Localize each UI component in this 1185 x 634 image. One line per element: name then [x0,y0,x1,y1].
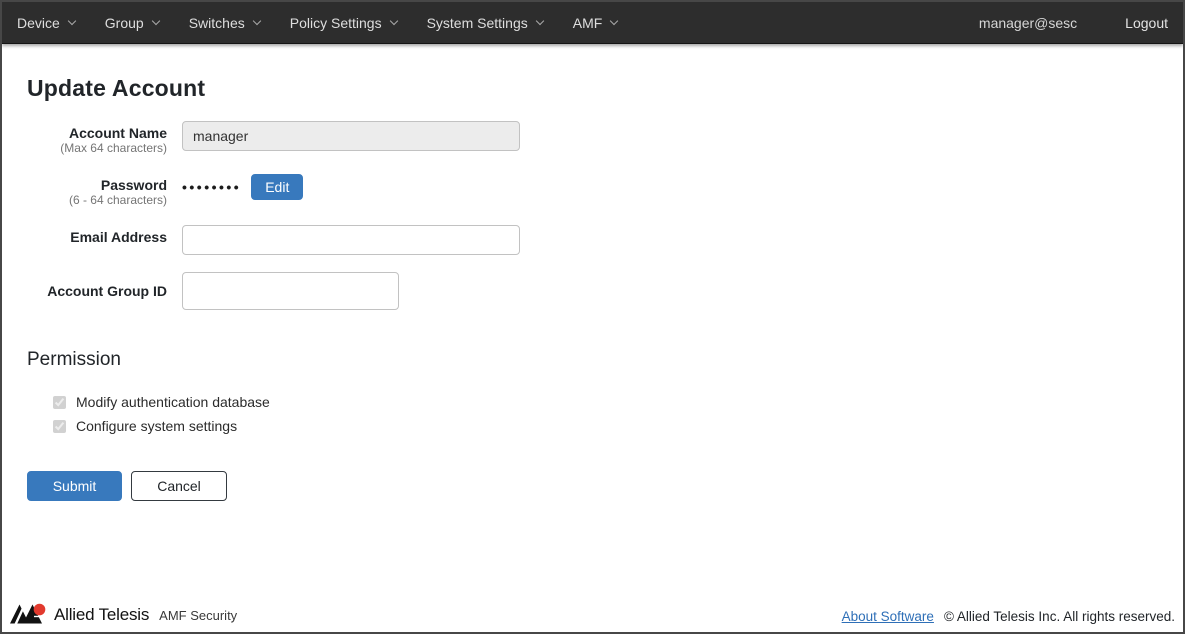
nav-item-label: Group [105,15,144,31]
main-content: Update Account Account Name (Max 64 char… [2,44,1183,602]
nav-item-label: System Settings [427,15,528,31]
modify-auth-db-checkbox [53,396,66,409]
account-group-id-label-col: Account Group ID [27,272,167,310]
nav-item-label: Device [17,15,60,31]
chevron-down-icon [535,17,543,25]
email-input[interactable] [182,225,520,255]
configure-system-settings-checkbox [53,420,66,433]
account-group-id-input[interactable] [182,272,399,310]
submit-button[interactable]: Submit [27,471,122,501]
account-group-id-label: Account Group ID [27,283,167,299]
account-name-hint: (Max 64 characters) [27,141,167,156]
password-row: Password (6 - 64 characters) •••••••• Ed… [27,173,1158,208]
chevron-down-icon [389,17,397,25]
chevron-down-icon [253,17,261,25]
account-group-id-row: Account Group ID [27,272,1158,310]
account-name-row: Account Name (Max 64 characters) [27,121,1158,156]
logout-button[interactable]: Logout [1125,15,1168,31]
brand-name: Allied Telesis [54,605,149,625]
nav-menu: Device Group Switches Policy Settings Sy… [17,15,647,31]
account-name-label: Account Name [27,125,167,141]
nav-right: manager@sesc Logout [979,15,1168,31]
nav-item-label: Switches [189,15,245,31]
footer-right: About Software © Allied Telesis Inc. All… [842,608,1175,625]
page-title: Update Account [27,75,1158,102]
nav-item-amf[interactable]: AMF [573,15,618,31]
cancel-button[interactable]: Cancel [131,471,227,501]
nav-item-system-settings[interactable]: System Settings [427,15,543,31]
chevron-down-icon [151,17,159,25]
account-name-input [182,121,520,151]
email-label: Email Address [27,229,167,245]
nav-item-switches[interactable]: Switches [189,15,260,31]
password-edit-button[interactable]: Edit [251,174,303,200]
permission-item-modify-auth-db: Modify authentication database [53,394,1158,410]
password-label-col: Password (6 - 64 characters) [27,173,167,208]
product-name: AMF Security [159,607,237,625]
password-masked-value: •••••••• [182,175,241,200]
brand-box: Allied Telesis AMF Security [10,602,237,625]
nav-item-label: Policy Settings [290,15,382,31]
app-window: Device Group Switches Policy Settings Sy… [0,0,1185,634]
allied-telesis-logo-icon [10,602,47,625]
account-name-label-col: Account Name (Max 64 characters) [27,121,167,156]
password-hint: (6 - 64 characters) [27,193,167,208]
chevron-down-icon [610,17,618,25]
nav-item-group[interactable]: Group [105,15,159,31]
permission-item-configure-system: Configure system settings [53,418,1158,434]
nav-item-policy-settings[interactable]: Policy Settings [290,15,397,31]
about-software-link[interactable]: About Software [842,608,934,625]
nav-item-device[interactable]: Device [17,15,75,31]
chevron-down-icon [68,17,76,25]
form-actions: Submit Cancel [27,471,1158,501]
permission-item-label: Modify authentication database [76,394,270,410]
permission-section-title: Permission [27,349,1158,371]
footer: Allied Telesis AMF Security About Softwa… [2,602,1183,632]
email-row: Email Address [27,225,1158,255]
top-navbar: Device Group Switches Policy Settings Sy… [2,2,1183,44]
password-label: Password [27,177,167,193]
copyright-text: © Allied Telesis Inc. All rights reserve… [944,608,1175,625]
nav-item-label: AMF [573,15,603,31]
permission-list: Modify authentication database Configure… [27,394,1158,434]
email-label-col: Email Address [27,225,167,255]
permission-item-label: Configure system settings [76,418,237,434]
user-account-label[interactable]: manager@sesc [979,15,1077,31]
